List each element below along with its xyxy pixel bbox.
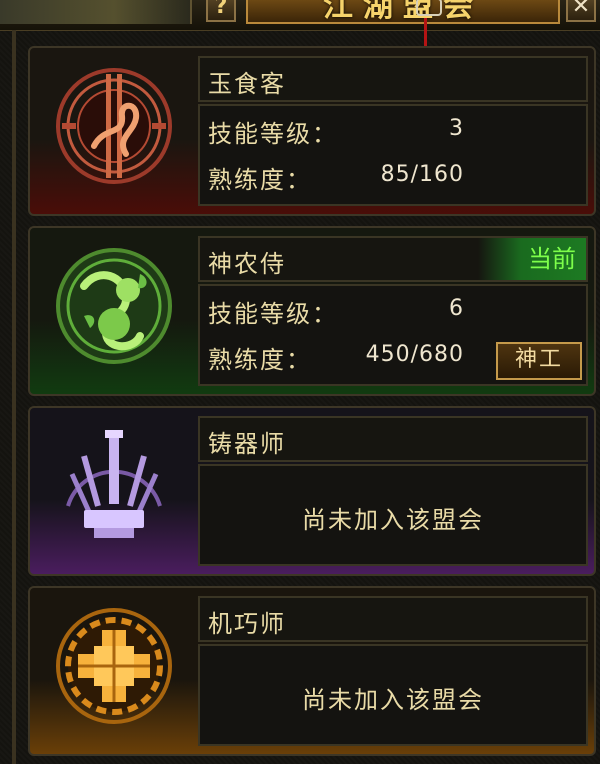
skill-level-value: 6 [449, 296, 464, 321]
guild-panel-mechanist[interactable]: 机巧师 尚未加入该盟会 [28, 586, 596, 756]
not-joined-text: 尚未加入该盟会 [302, 506, 484, 534]
guild-name: 玉食客 [208, 70, 286, 98]
guild-info-box: 技能等级： 6 熟练度： 450/680 神工 [198, 284, 588, 386]
guild-info-box: 技能等级： 3 熟练度： 85/160 [198, 104, 588, 206]
guild-info-box: 尚未加入该盟会 [198, 464, 588, 566]
guild-name: 机巧师 [208, 610, 286, 638]
title-plate: 江湖盟会 [246, 0, 560, 24]
guild-info-box: 尚未加入该盟会 [198, 644, 588, 746]
guild-name-bar: 铸器师 [198, 416, 588, 462]
chef-dragon-emblem-icon [56, 68, 172, 184]
guild-name-bar: 玉食客 [198, 56, 588, 102]
divine-craft-button[interactable]: 神工 [496, 342, 582, 380]
skill-level-value: 3 [449, 116, 464, 141]
guild-panel-chef[interactable]: 玉食客 技能等级： 3 熟练度： 85/160 [28, 46, 596, 216]
left-frame-border [12, 30, 16, 764]
skill-level-label: 技能等级： [208, 120, 338, 148]
guild-name: 神农侍 [208, 250, 286, 278]
guild-panel-herbalist[interactable]: 神农侍 当前 技能等级： 6 熟练度： 450/680 神工 [28, 226, 596, 396]
knot-ornament-icon [416, 0, 442, 16]
forge-anvil-emblem-icon [66, 430, 162, 538]
proficiency-value: 450/680 [365, 342, 464, 367]
guild-name-bar: 机巧师 [198, 596, 588, 642]
title-bar-decoration [0, 0, 192, 24]
proficiency-label: 熟练度： [208, 166, 312, 194]
not-joined-text: 尚未加入该盟会 [302, 686, 484, 714]
proficiency-label: 熟练度： [208, 346, 312, 374]
help-button[interactable]: ? [206, 0, 236, 22]
title-bar: ? 江湖盟会 ✕ [0, 0, 600, 31]
guild-name-bar: 神农侍 当前 [198, 236, 588, 282]
proficiency-value: 85/160 [380, 162, 464, 187]
guild-window: ? 江湖盟会 ✕ 玉食客 技能等级： 3 熟练度： 85/160 神农侍 当前 … [0, 0, 600, 764]
current-badge: 当前 [478, 238, 586, 280]
guild-panel-smith[interactable]: 铸器师 尚未加入该盟会 [28, 406, 596, 576]
window-title: 江湖盟会 [323, 0, 483, 24]
gear-puzzle-emblem-icon [56, 608, 172, 724]
guild-name: 铸器师 [208, 430, 286, 458]
herb-gourd-emblem-icon [56, 248, 172, 364]
skill-level-label: 技能等级： [208, 300, 338, 328]
close-button[interactable]: ✕ [566, 0, 596, 22]
